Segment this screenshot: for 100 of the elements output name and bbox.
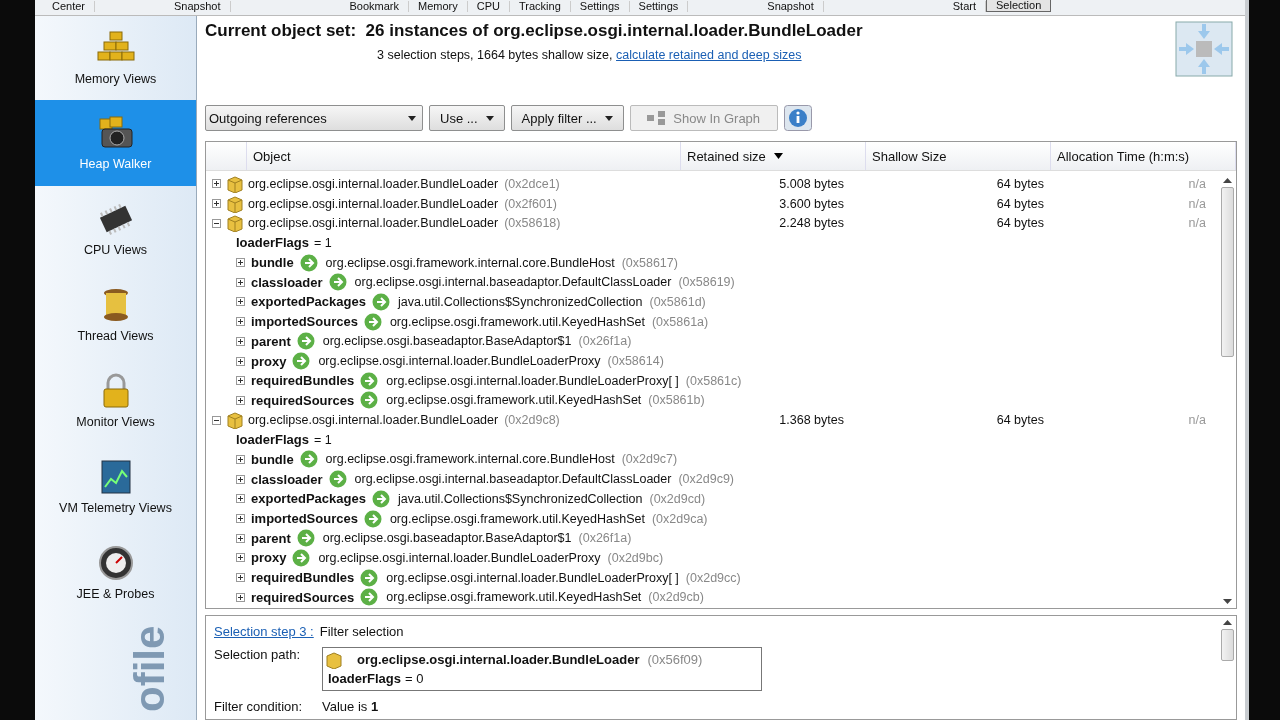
calculate-link[interactable]: calculate retained and deep sizes xyxy=(616,48,802,62)
apply-filter-button[interactable]: Apply filter ... xyxy=(510,105,624,131)
field-name: bundle xyxy=(251,255,294,271)
field-name: importedSources xyxy=(251,314,358,330)
sidebar-item[interactable]: CPU Views xyxy=(35,186,196,272)
selection-step-link[interactable]: Selection step 3 : xyxy=(214,624,314,639)
column-header[interactable]: Shallow Size xyxy=(866,142,1051,170)
object-address: (0x2f601) xyxy=(504,196,557,211)
object-address: (0x2d9c9) xyxy=(678,472,734,487)
caret-icon xyxy=(604,115,613,121)
object-class: org.eclipse.osgi.baseadaptor.BaseAdaptor$1 xyxy=(322,531,572,546)
view-dropdown[interactable]: Outgoing references xyxy=(205,105,423,131)
shallow-size-cell-text: 64 bytes xyxy=(995,216,1044,231)
field-name: classloader xyxy=(251,471,323,487)
expand-icon[interactable] xyxy=(236,474,248,484)
toolbar-label[interactable]: Center xyxy=(43,1,96,12)
allocation-time-cell-text: n/a xyxy=(1187,176,1206,191)
object-class: org.eclipse.osgi.framework.util.KeyedHashSet xyxy=(389,314,645,329)
toolbar-label[interactable]: Tracking xyxy=(510,1,571,12)
scroll-down-icon[interactable] xyxy=(1223,599,1232,604)
info-icon[interactable] xyxy=(783,105,812,131)
object-address: (0x58614) xyxy=(607,354,664,369)
object-address: (0x2d9cc) xyxy=(685,570,741,585)
toolbar-label[interactable]: CPU xyxy=(467,1,510,12)
field-name: requiredSources xyxy=(251,392,355,408)
expand-icon[interactable] xyxy=(236,336,248,346)
expand-icon[interactable] xyxy=(236,376,248,386)
expand-icon[interactable] xyxy=(236,277,248,287)
retained-size-cell: 5.008 bytes xyxy=(778,176,844,191)
field-name: requiredBundles xyxy=(251,570,355,586)
expand-icon[interactable] xyxy=(236,514,248,524)
object-class: org.eclipse.osgi.internal.loader.BundleLoaderProxy[ ] xyxy=(386,570,679,585)
sort-icon xyxy=(773,153,783,159)
expand-icon[interactable] xyxy=(236,592,248,602)
toolbar-label[interactable]: Memory xyxy=(409,1,468,12)
collapse-icon[interactable] xyxy=(212,415,224,425)
field-name: requiredSources xyxy=(251,589,355,605)
scroll-up-icon[interactable] xyxy=(1223,178,1232,183)
object-address: (0x2d9ca) xyxy=(651,511,708,526)
object-address: (0x26f1a) xyxy=(578,531,632,546)
expand-icon[interactable] xyxy=(212,199,224,209)
expand-icon[interactable] xyxy=(236,454,248,464)
column-header[interactable]: Retained size xyxy=(681,142,866,170)
expand-icon[interactable] xyxy=(236,356,248,366)
object-class: org.eclipse.osgi.internal.loader.BundleLoaderProxy xyxy=(318,550,601,565)
object-class: org.eclipse.osgi.internal.loader.BundleLoaderProxy[ ] xyxy=(386,373,679,388)
cube-icon xyxy=(226,411,244,430)
sidebar-item[interactable]: Thread Views xyxy=(35,272,196,358)
expand-icon[interactable] xyxy=(236,395,248,405)
field-value: = 1 xyxy=(313,432,332,447)
object-address: (0x58618) xyxy=(504,216,561,231)
toolbar-label[interactable]: Settings xyxy=(629,1,689,12)
expand-icon[interactable] xyxy=(236,317,248,327)
scroll-up-icon[interactable] xyxy=(1223,620,1232,625)
cube-icon xyxy=(226,194,244,213)
summary-text: 3 selection steps, 1664 bytes shallow size, xyxy=(377,48,613,62)
object-address: (0x5861a) xyxy=(651,314,709,329)
graph-icon xyxy=(647,111,666,125)
object-class: org.eclipse.osgi.baseadaptor.BaseAdaptor$1 xyxy=(322,334,572,349)
toolbar-label[interactable]: Settings xyxy=(570,1,630,12)
object-address: (0x58619) xyxy=(678,275,735,290)
field-name: proxy xyxy=(251,550,287,566)
object-class: org.eclipse.osgi.internal.loader.BundleLoader xyxy=(248,196,499,211)
expand-icon[interactable] xyxy=(236,553,248,563)
field-value: = 0 xyxy=(404,671,424,686)
column-header[interactable]: Allocation Time (h:m:s) xyxy=(1051,142,1236,170)
sidebar-item[interactable]: Monitor Views xyxy=(35,358,196,444)
object-class: org.eclipse.osgi.framework.util.KeyedHashSet xyxy=(389,511,645,526)
field-name: exportedPackages xyxy=(251,491,366,507)
sidebar-item[interactable]: JEE & Probes xyxy=(35,530,196,616)
toolbar-label[interactable]: Snapshot xyxy=(165,1,231,12)
toolbar-label[interactable]: Selection xyxy=(986,0,1052,12)
field-name: requiredBundles xyxy=(251,373,355,389)
object-address: (0x5861b) xyxy=(648,393,705,408)
expand-icon[interactable] xyxy=(236,297,248,307)
expand-icon[interactable] xyxy=(236,573,248,583)
expand-icon[interactable] xyxy=(236,494,248,504)
sidebar-item[interactable]: Memory Views xyxy=(35,16,196,100)
collapse-icon[interactable] xyxy=(212,218,224,228)
toolbar-label[interactable]: Bookmark xyxy=(340,1,410,12)
object-address: (0x2dce1) xyxy=(504,176,560,191)
object-class: org.eclipse.osgi.framework.internal.core.BundleHost xyxy=(325,255,615,270)
step-title: Filter selection xyxy=(319,624,404,639)
retained-size-cell: 1.368 bytes xyxy=(778,413,844,428)
path-class: org.eclipse.osgi.internal.loader.BundleLoader xyxy=(357,652,640,667)
field-name: exportedPackages xyxy=(251,294,366,310)
object-class: org.eclipse.osgi.framework.internal.core.BundleHost xyxy=(325,452,615,467)
condition-label: Filter condition: xyxy=(214,699,304,714)
allocation-time-cell-text: n/a xyxy=(1187,216,1206,231)
expand-icon[interactable] xyxy=(212,179,224,189)
use-button[interactable]: Use ... xyxy=(429,105,505,131)
object-class: org.eclipse.osgi.internal.baseadaptor.DefaultClassLoader xyxy=(354,472,672,487)
column-header[interactable]: Object xyxy=(247,142,681,170)
expand-icon[interactable] xyxy=(236,258,248,268)
toolbar-label[interactable]: Snapshot xyxy=(758,1,824,12)
caret-icon xyxy=(408,115,416,121)
cube-icon xyxy=(226,174,244,193)
field-name: bundle xyxy=(251,451,294,467)
sidebar-item[interactable]: VM Telemetry Views xyxy=(35,444,196,530)
expand-icon[interactable] xyxy=(236,533,248,543)
